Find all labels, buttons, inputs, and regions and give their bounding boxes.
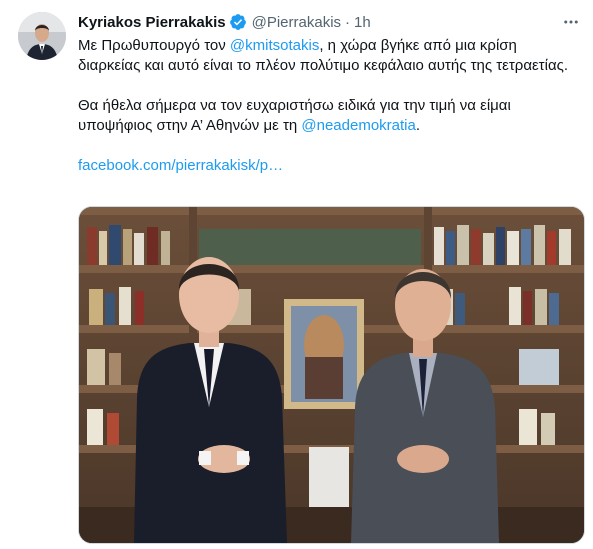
- tweet-paragraph-1: Με Πρωθυπουργό τον @kmitsotakis, η χώρα …: [78, 36, 568, 76]
- external-link[interactable]: facebook.com/pierrakakisk/p…: [78, 157, 283, 174]
- more-dots-icon[interactable]: [561, 12, 581, 32]
- avatar-image: [18, 12, 66, 60]
- mention-link[interactable]: @kmitsotakis: [230, 37, 319, 54]
- text-segment: .: [415, 117, 421, 134]
- tweet-photo[interactable]: [78, 206, 585, 544]
- tweet-text: Με Πρωθυπουργό τον @kmitsotakis, η χώρα …: [78, 36, 568, 176]
- author-handle[interactable]: @Pierrakakis: [252, 14, 341, 31]
- tweet: Kyriakos Pierrakakis @Pierrakakis · 1h Μ…: [0, 0, 593, 549]
- avatar[interactable]: [18, 12, 66, 60]
- text-segment: Με Πρωθυπουργό τον: [78, 37, 230, 54]
- tweet-header: Kyriakos Pierrakakis @Pierrakakis · 1h: [78, 12, 371, 32]
- photo-image: [79, 207, 584, 543]
- mention-link[interactable]: @neademokratia: [301, 117, 415, 134]
- author-name[interactable]: Kyriakos Pierrakakis: [78, 14, 226, 31]
- text-segment: Θα ήθελα σήμερα να τον ευχαριστήσω ειδικ…: [78, 97, 511, 134]
- tweet-paragraph-2: Θα ήθελα σήμερα να τον ευχαριστήσω ειδικ…: [78, 96, 568, 136]
- timestamp[interactable]: 1h: [354, 14, 371, 31]
- separator-dot: ·: [345, 13, 351, 31]
- verified-badge-icon: [229, 13, 247, 31]
